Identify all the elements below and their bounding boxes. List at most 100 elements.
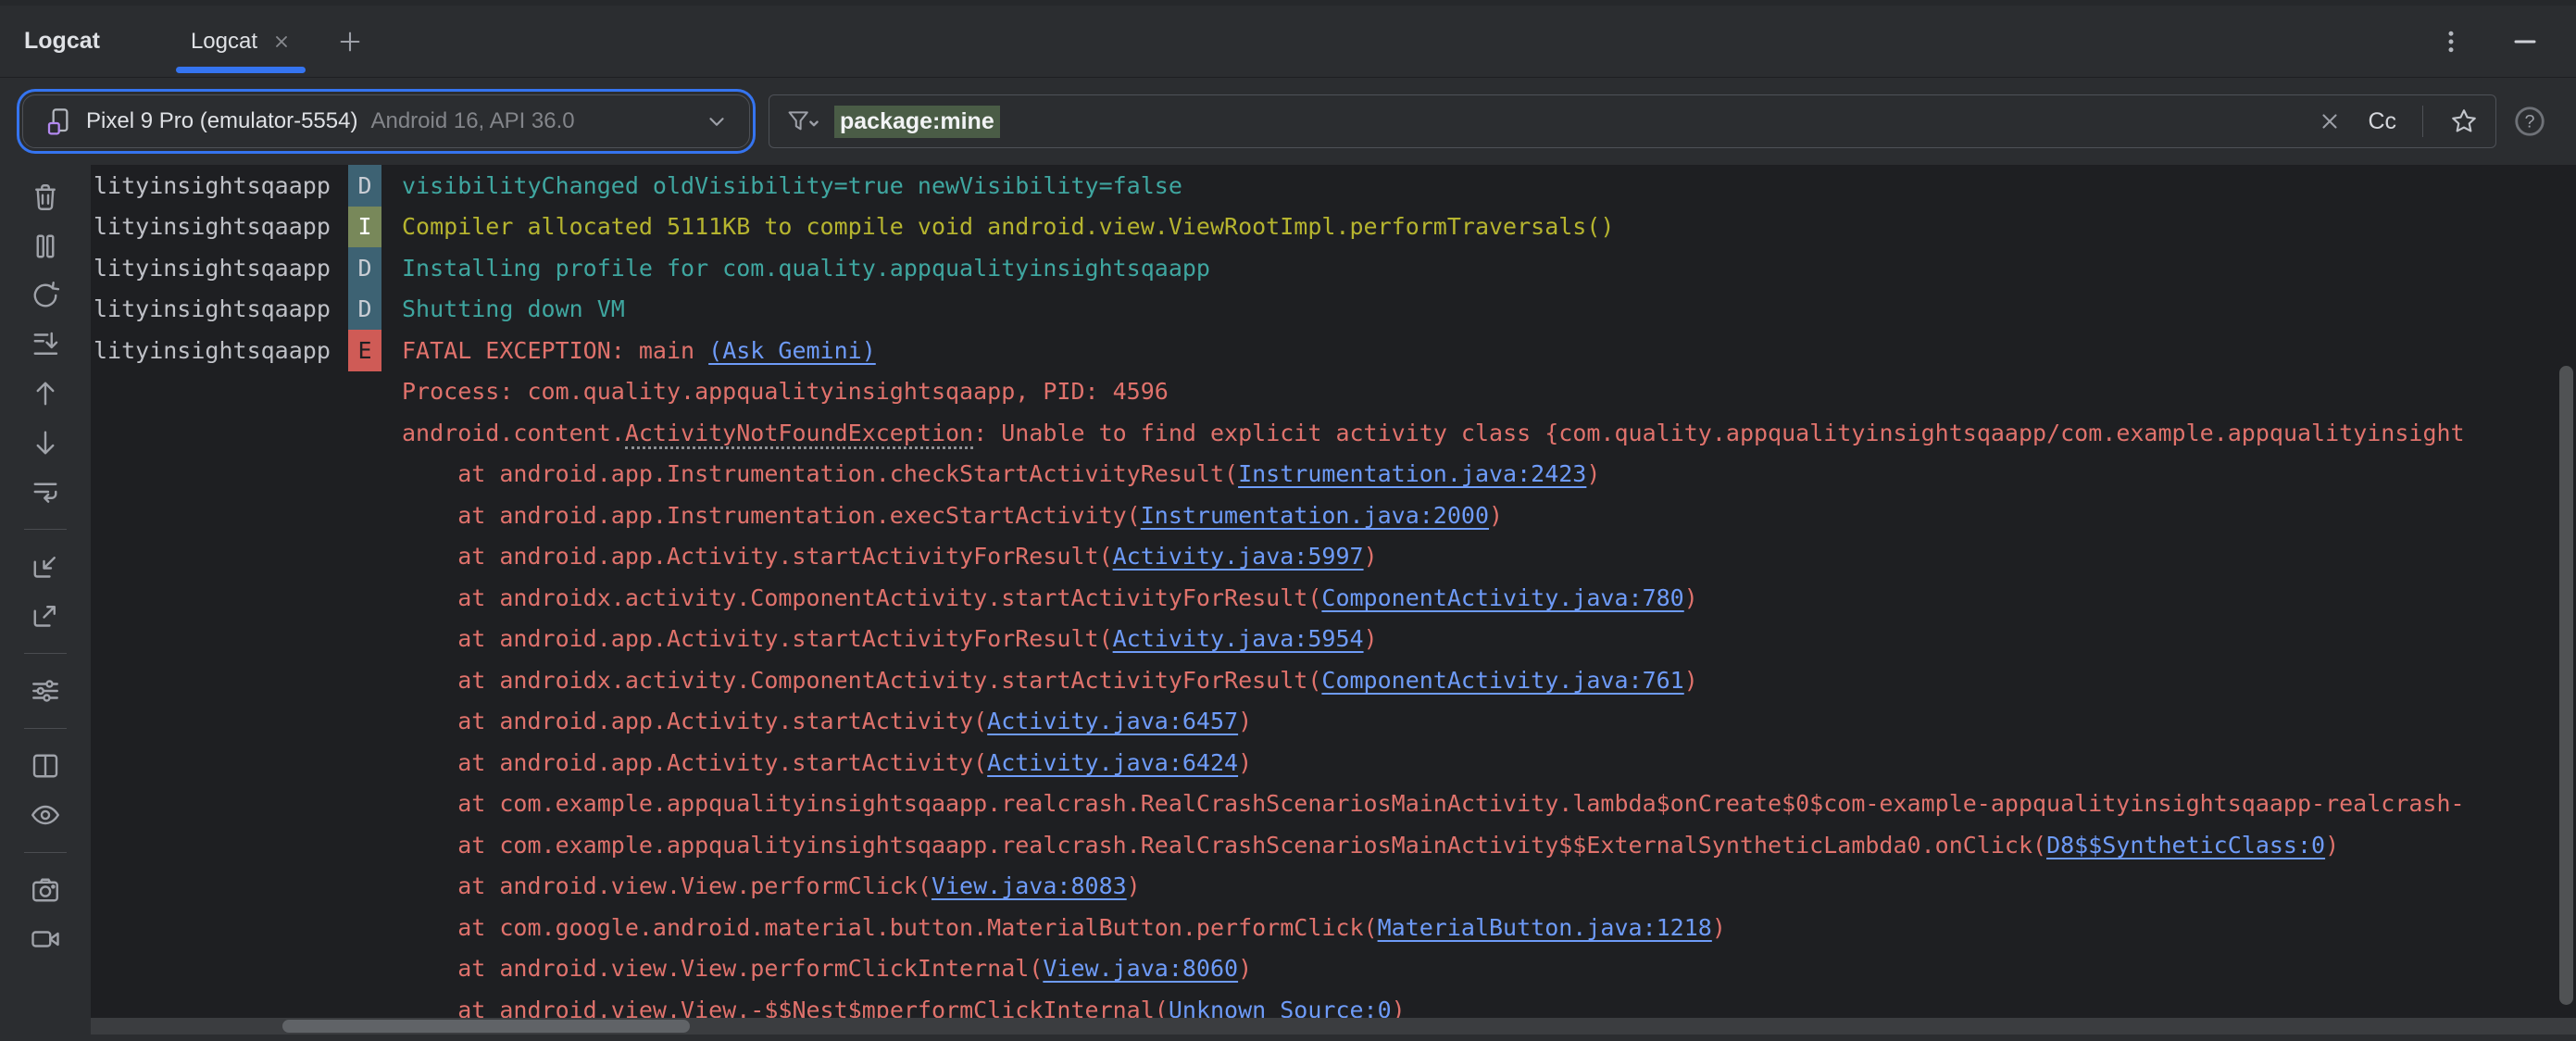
scroll-to-end-icon[interactable] bbox=[29, 328, 62, 361]
log-link[interactable]: View.java:8060 bbox=[1043, 955, 1238, 982]
log-link[interactable]: Activity.java:5954 bbox=[1113, 625, 1364, 652]
device-name: Pixel 9 Pro (emulator-5554) bbox=[86, 108, 357, 134]
log-message: at com.example.appqualityinsightsqaapp.r… bbox=[402, 790, 2465, 817]
vertical-scrollbar[interactable] bbox=[2559, 366, 2573, 1005]
log-message: visibilityChanged oldVisibility=true new… bbox=[402, 172, 1182, 199]
import-logs-icon[interactable] bbox=[29, 550, 62, 583]
log-row[interactable]: at com.example.appqualityinsightsqaapp.r… bbox=[91, 824, 2576, 866]
log-link[interactable]: Instrumentation.java:2000 bbox=[1141, 502, 1489, 529]
log-text: ) bbox=[1364, 543, 1378, 570]
log-row[interactable]: lityinsightsqaappICompiler allocated 511… bbox=[91, 207, 2576, 248]
log-text: Shutting down VM bbox=[402, 295, 625, 322]
log-level-badge bbox=[348, 784, 381, 825]
log-link[interactable]: ComponentActivity.java:761 bbox=[1321, 667, 1683, 694]
log-link[interactable]: View.java:8083 bbox=[932, 872, 1127, 899]
left-toolbar bbox=[0, 165, 91, 1035]
active-tab-indicator bbox=[176, 67, 306, 73]
log-text: at android.view.View.performClick( bbox=[402, 872, 932, 899]
log-link[interactable]: (Ask Gemini) bbox=[708, 337, 876, 364]
split-panel-icon[interactable] bbox=[29, 749, 62, 783]
log-row[interactable]: lityinsightsqaappDShutting down VM bbox=[91, 289, 2576, 331]
log-row[interactable]: at android.app.Activity.startActivity(Ac… bbox=[91, 742, 2576, 784]
log-text: at android.view.View.performClickInterna… bbox=[402, 955, 1043, 982]
help-glyph: ? bbox=[2524, 112, 2534, 132]
log-tag: lityinsightsqaapp bbox=[91, 255, 348, 282]
log-level-badge: D bbox=[348, 289, 381, 331]
favorite-star-icon[interactable] bbox=[2449, 107, 2479, 136]
log-row[interactable]: Process: com.quality.appqualityinsightsq… bbox=[91, 371, 2576, 413]
logcat-settings-icon[interactable] bbox=[29, 674, 62, 708]
log-row[interactable]: at android.app.Activity.startActivityFor… bbox=[91, 619, 2576, 660]
help-icon[interactable]: ? bbox=[2511, 104, 2548, 139]
log-message: at android.app.Activity.startActivityFor… bbox=[402, 543, 1378, 570]
filter-query-text[interactable]: package:mine bbox=[834, 106, 1000, 138]
log-text: ) bbox=[1712, 914, 1726, 941]
log-link[interactable]: Activity.java:6424 bbox=[987, 749, 1238, 776]
log-level-badge: E bbox=[348, 330, 381, 371]
log-link[interactable]: D8$$SyntheticClass:0 bbox=[2046, 832, 2325, 859]
log-message: Process: com.quality.appqualityinsightsq… bbox=[402, 378, 1169, 405]
next-occurrence-icon[interactable] bbox=[29, 426, 62, 459]
log-text: Compiler allocated 5111KB to compile voi… bbox=[402, 213, 1614, 240]
logcat-main: lityinsightsqaappDvisibilityChanged oldV… bbox=[0, 165, 2576, 1035]
hide-tool-window-icon[interactable] bbox=[2511, 28, 2539, 56]
restart-logcat-icon[interactable] bbox=[29, 279, 62, 312]
log-text: ) bbox=[1684, 584, 1698, 611]
log-text-dotted: ActivityNotFoundException bbox=[625, 420, 973, 449]
log-row[interactable]: at com.google.android.material.button.Ma… bbox=[91, 907, 2576, 948]
pause-logcat-icon[interactable] bbox=[29, 230, 62, 263]
log-text: at com.google.android.material.button.Ma… bbox=[402, 914, 1378, 941]
log-text: at android.app.Instrumentation.execStart… bbox=[402, 502, 1141, 529]
log-link[interactable]: Activity.java:6457 bbox=[987, 708, 1238, 734]
new-tab-button[interactable] bbox=[337, 29, 363, 55]
screen-inspect-eye-icon[interactable] bbox=[29, 798, 62, 832]
log-text: at android.app.Activity.startActivity( bbox=[402, 708, 987, 734]
log-row[interactable]: at android.app.Instrumentation.execStart… bbox=[91, 495, 2576, 536]
clear-logcat-icon[interactable] bbox=[29, 181, 62, 214]
log-row[interactable]: at androidx.activity.ComponentActivity.s… bbox=[91, 659, 2576, 701]
log-view[interactable]: lityinsightsqaappDvisibilityChanged oldV… bbox=[91, 165, 2576, 1035]
previous-occurrence-icon[interactable] bbox=[29, 377, 62, 410]
log-row[interactable]: lityinsightsqaappDvisibilityChanged oldV… bbox=[91, 165, 2576, 207]
log-row[interactable]: at android.app.Activity.startActivityFor… bbox=[91, 536, 2576, 578]
tab-close-icon[interactable] bbox=[272, 32, 291, 51]
options-menu-icon[interactable] bbox=[2437, 28, 2465, 56]
screen-record-icon[interactable] bbox=[29, 922, 62, 956]
log-level-badge bbox=[348, 824, 381, 866]
log-level-badge bbox=[348, 948, 381, 990]
log-text: ) bbox=[1489, 502, 1503, 529]
log-row[interactable]: at android.view.View.performClickInterna… bbox=[91, 948, 2576, 990]
clear-filter-icon[interactable] bbox=[2318, 109, 2342, 133]
horizontal-scrollbar-thumb[interactable] bbox=[282, 1020, 690, 1033]
device-selector[interactable]: Pixel 9 Pro (emulator-5554) Android 16, … bbox=[22, 94, 750, 148]
tab-logcat[interactable]: Logcat bbox=[176, 6, 306, 77]
log-link[interactable]: Instrumentation.java:2423 bbox=[1238, 460, 1586, 487]
log-text: ) bbox=[1364, 625, 1378, 652]
log-row[interactable]: at android.app.Activity.startActivity(Ac… bbox=[91, 701, 2576, 743]
export-logs-icon[interactable] bbox=[29, 599, 62, 633]
log-row[interactable]: at androidx.activity.ComponentActivity.s… bbox=[91, 577, 2576, 619]
horizontal-scrollbar-track[interactable] bbox=[91, 1018, 2576, 1035]
log-link[interactable]: Activity.java:5997 bbox=[1113, 543, 1364, 570]
log-row[interactable]: at android.view.View.performClick(View.j… bbox=[91, 866, 2576, 908]
soft-wrap-icon[interactable] bbox=[29, 475, 62, 508]
log-level-badge bbox=[348, 412, 381, 454]
log-row[interactable]: at android.app.Instrumentation.checkStar… bbox=[91, 454, 2576, 495]
log-row[interactable]: android.content.ActivityNotFoundExceptio… bbox=[91, 412, 2576, 454]
log-row[interactable]: lityinsightsqaappDInstalling profile for… bbox=[91, 247, 2576, 289]
log-text: at androidx.activity.ComponentActivity.s… bbox=[402, 584, 1321, 611]
log-text: ) bbox=[1586, 460, 1600, 487]
log-link[interactable]: ComponentActivity.java:780 bbox=[1321, 584, 1683, 611]
filter-funnel-icon[interactable] bbox=[786, 107, 819, 135]
header-actions bbox=[2437, 28, 2552, 56]
screenshot-camera-icon[interactable] bbox=[29, 873, 62, 907]
filter-input[interactable]: package:mine Cc bbox=[769, 94, 2496, 148]
log-level-badge: D bbox=[348, 165, 381, 207]
log-row[interactable]: lityinsightsqaappEFATAL EXCEPTION: main … bbox=[91, 330, 2576, 371]
log-link[interactable]: MaterialButton.java:1218 bbox=[1378, 914, 1712, 941]
log-message: at android.app.Instrumentation.checkStar… bbox=[402, 460, 1600, 487]
log-text: at com.example.appqualityinsightsqaapp.r… bbox=[402, 790, 2465, 817]
toolbar-divider bbox=[24, 653, 67, 654]
match-case-button[interactable]: Cc bbox=[2368, 108, 2396, 135]
log-row[interactable]: at com.example.appqualityinsightsqaapp.r… bbox=[91, 784, 2576, 825]
